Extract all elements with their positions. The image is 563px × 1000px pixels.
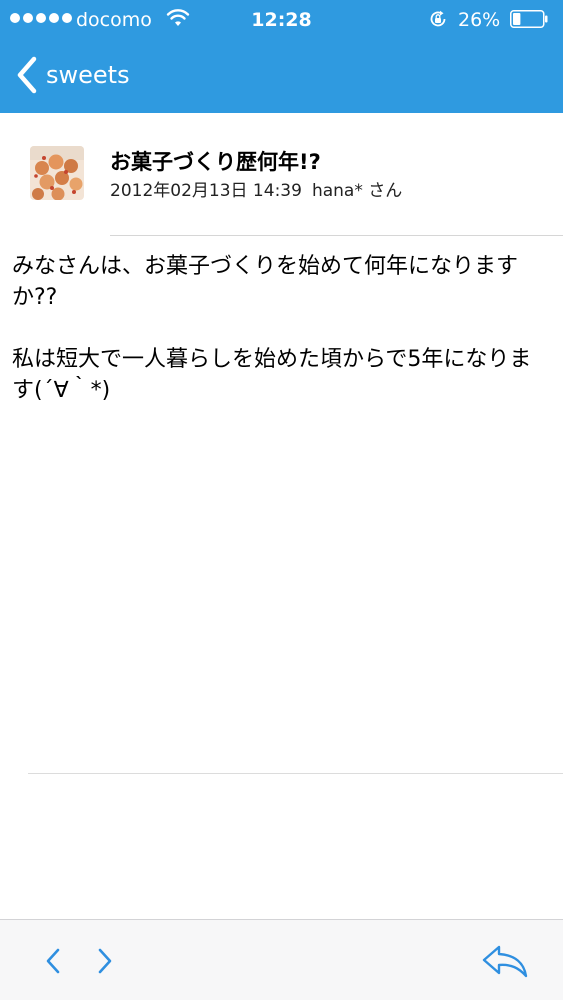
post-meta: 2012年02月13日 14:39 hana* さん — [110, 179, 402, 203]
chevron-left-icon — [46, 948, 60, 974]
content-divider — [28, 773, 563, 774]
battery-icon — [510, 10, 548, 28]
bottom-toolbar — [0, 919, 563, 1000]
reply-button[interactable] — [480, 944, 530, 978]
post-date: 2012年02月13日 14:39 — [110, 181, 302, 201]
chevron-right-icon — [98, 948, 112, 974]
back-button[interactable]: sweets — [16, 52, 130, 98]
screen: docomo 12:28 26% sweets お菓子づくり歴何年!? 2012… — [0, 0, 563, 1000]
post-author: hana* さん — [311, 181, 403, 201]
post-body: みなさんは、お菓子づくりを始めて何年になりますか?? 私は短大で一人暮らしを始め… — [12, 251, 553, 406]
next-post-button[interactable] — [88, 944, 122, 978]
header-divider — [110, 235, 563, 236]
body-paragraph: 私は短大で一人暮らしを始めた頃からで5年になります(´∀｀*) — [12, 347, 532, 403]
post-title: お菓子づくり歴何年!? — [110, 150, 321, 174]
reply-arrow-icon — [482, 945, 528, 978]
body-paragraph: みなさんは、お菓子づくりを始めて何年になりますか?? — [12, 254, 519, 310]
status-bar: docomo 12:28 26% — [0, 0, 563, 40]
avatar — [30, 146, 84, 200]
sweets-photo-image — [30, 146, 84, 200]
previous-post-button[interactable] — [36, 944, 70, 978]
navigation-bar: sweets — [0, 40, 563, 113]
rotation-lock-icon — [430, 10, 446, 27]
back-button-label: sweets — [46, 61, 130, 89]
post-header: お菓子づくり歴何年!? 2012年02月13日 14:39 hana* さん — [0, 113, 563, 236]
chevron-left-icon — [17, 56, 37, 94]
header: docomo 12:28 26% sweets — [0, 0, 563, 113]
battery-percentage: 26% — [458, 9, 501, 31]
